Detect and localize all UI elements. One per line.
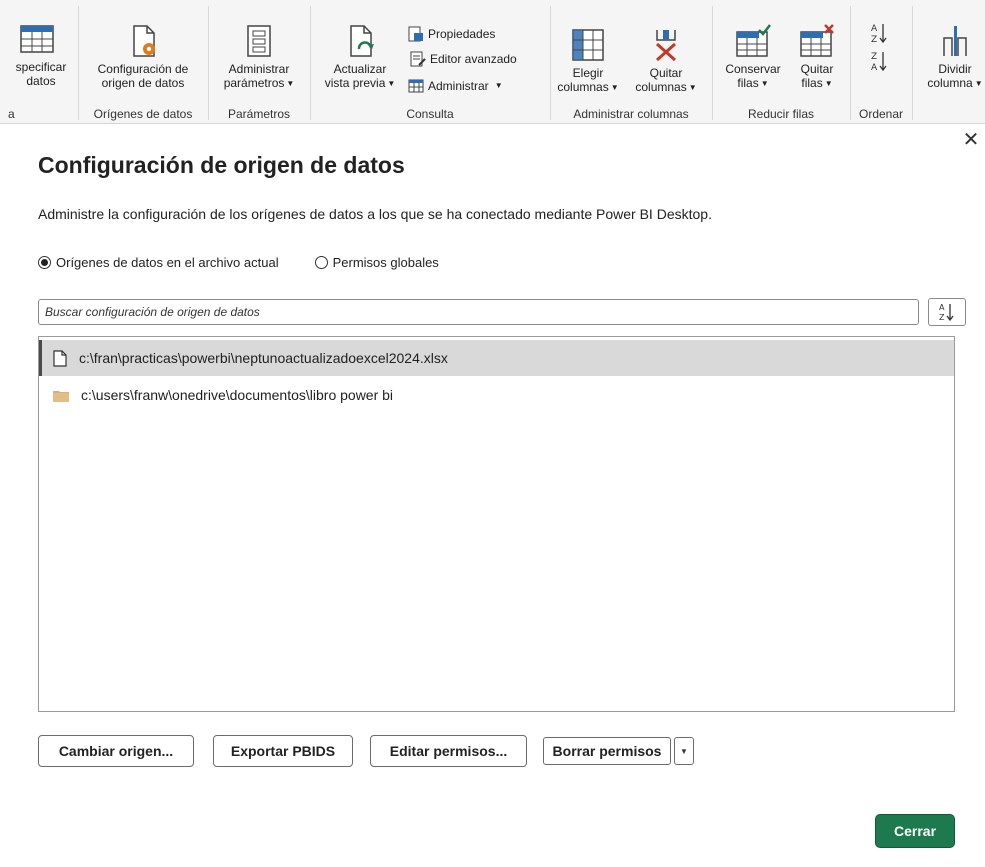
advanced-editor-button[interactable]: Editor avanzado (410, 51, 517, 67)
export-pbids-button[interactable]: Exportar PBIDS (213, 735, 353, 767)
remove-rows-button[interactable]: Quitar filas ▼ (790, 24, 844, 91)
chevron-down-icon: ▼ (824, 79, 833, 88)
choose-columns-icon (572, 29, 604, 61)
radio-unselected-icon (314, 256, 328, 269)
properties-icon (408, 26, 423, 42)
chevron-down-icon: ▼ (387, 79, 396, 88)
group-separator (712, 6, 713, 120)
radio-current-file[interactable]: Orígenes de datos en el archivo actual (38, 255, 279, 270)
data-source-path: c:\users\franw\onedrive\documentos\libro… (81, 387, 394, 403)
ribbon: specificar datos Configuración de origen… (0, 0, 985, 124)
sort-button[interactable]: A Z (928, 298, 966, 326)
group-separator (208, 6, 209, 120)
chevron-down-icon: ▼ (974, 79, 983, 88)
svg-text:A: A (871, 63, 878, 72)
group-label-parameters: Parámetros (227, 107, 291, 121)
chevron-down-icon: ▼ (760, 79, 769, 88)
chevron-down-icon: ▼ (680, 746, 688, 756)
group-separator (550, 6, 551, 120)
refresh-document-icon (350, 25, 374, 57)
group-label: a (8, 107, 15, 121)
chevron-down-icon: ▼ (610, 83, 619, 92)
list-item[interactable]: c:\fran\practicas\powerbi\neptunoactuali… (39, 340, 954, 376)
advanced-editor-icon (410, 51, 426, 67)
radio-selected-icon (38, 256, 51, 269)
document-gear-icon (133, 25, 155, 57)
remove-columns-button[interactable]: Quitar columnas ▼ (628, 28, 704, 95)
refresh-preview-button[interactable]: Actualizar vista previa ▼ (316, 24, 404, 91)
group-label-data-sources: Orígenes de datos (93, 107, 193, 121)
properties-button[interactable]: Propiedades (408, 26, 495, 42)
close-icon[interactable]: ✕ (961, 130, 981, 150)
dialog-description: Administre la configuración de los oríge… (38, 206, 712, 222)
group-label-reduce-rows: Reducir filas (747, 107, 815, 121)
chevron-down-icon: ▼ (286, 79, 295, 88)
remove-rows-icon (800, 24, 834, 57)
clear-permissions-button[interactable]: Borrar permisos (543, 737, 671, 765)
remove-columns-icon (656, 30, 676, 62)
scope-radio-group: Orígenes de datos en el archivo actual P… (38, 255, 475, 270)
group-separator (850, 6, 851, 120)
sort-descending-button[interactable]: Z A (870, 50, 888, 72)
split-column-button[interactable]: Dividir columna ▼ (920, 24, 985, 91)
keep-rows-button[interactable]: Conservar filas ▼ (717, 24, 789, 91)
edit-permissions-button[interactable]: Editar permisos... (370, 735, 527, 767)
svg-text:Z: Z (871, 35, 877, 44)
data-source-list[interactable]: c:\fran\practicas\powerbi\neptunoactuali… (38, 336, 955, 712)
group-label-query: Consulta (406, 107, 454, 121)
grid-icon (408, 79, 424, 93)
keep-rows-icon (736, 24, 771, 57)
search-input[interactable] (38, 299, 919, 325)
group-label-manage-columns: Administrar columnas (573, 107, 689, 121)
specify-data-button[interactable]: specificar datos (6, 22, 76, 88)
radio-global-permissions[interactable]: Permisos globales (314, 255, 439, 270)
file-icon (53, 349, 67, 367)
chevron-down-icon: ▼ (688, 83, 697, 92)
manage-button[interactable]: Administrar ▼ (408, 78, 503, 94)
svg-text:A: A (871, 24, 878, 34)
choose-columns-button[interactable]: Elegir columnas ▼ (553, 28, 623, 95)
svg-text:Z: Z (939, 313, 945, 322)
svg-text:A: A (939, 303, 945, 312)
group-separator (310, 6, 311, 120)
split-column-icon (943, 26, 967, 56)
change-source-button[interactable]: Cambiar origen... (38, 735, 194, 767)
group-separator (912, 6, 913, 120)
folder-icon (53, 389, 69, 402)
sort-ascending-button[interactable]: A Z (870, 22, 888, 44)
sort-ascending-icon: A Z (871, 24, 887, 44)
table-icon (20, 25, 54, 53)
sort-ascending-icon: A Z (939, 303, 954, 322)
list-item[interactable]: c:\users\franw\onedrive\documentos\libro… (39, 377, 954, 413)
clear-permissions-dropdown[interactable]: ▼ (674, 737, 694, 765)
data-source-settings-button[interactable]: Configuración de origen de datos (84, 24, 202, 90)
dialog-title: Configuración de origen de datos (38, 152, 405, 178)
close-button[interactable]: Cerrar (876, 815, 954, 847)
group-separator (78, 6, 79, 120)
manage-parameters-button[interactable]: Administrar parámetros ▼ (214, 24, 304, 91)
chevron-down-icon: ▼ (494, 81, 503, 90)
svg-text:Z: Z (871, 52, 877, 62)
group-label-sort: Ordenar (858, 107, 904, 121)
sort-descending-icon: Z A (871, 52, 887, 72)
data-source-path: c:\fran\practicas\powerbi\neptunoactuali… (79, 350, 448, 366)
parameters-icon (247, 25, 271, 57)
